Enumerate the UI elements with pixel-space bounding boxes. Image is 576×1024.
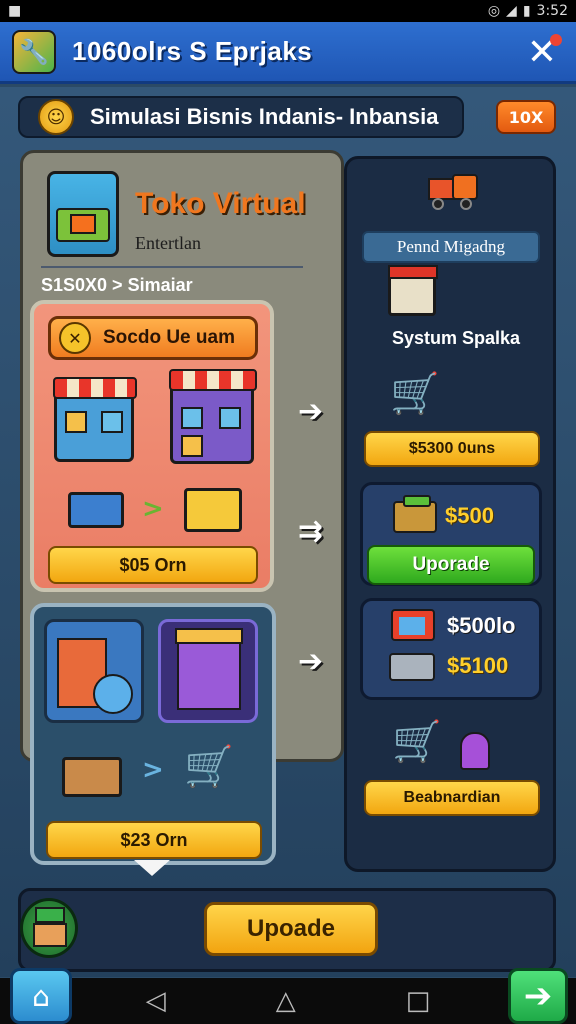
app-title: 1060olrs S Eprjaks [72, 36, 313, 66]
register-icon [389, 653, 435, 681]
home-button[interactable]: ⌂ [10, 968, 72, 1024]
card-title: ✕ Socdo Ue uam [48, 316, 258, 360]
upgrade-button[interactable]: Uporade [367, 545, 535, 585]
next-button[interactable]: ➔ [508, 968, 568, 1024]
small-store-icon [53, 377, 137, 462]
card-a-price-button[interactable]: $05 Orn [48, 546, 258, 584]
tooltip-caret [134, 860, 170, 876]
price-button-1[interactable]: $5300 0uns [364, 431, 540, 467]
shop-header: Toko Virtual Entertlan [35, 161, 335, 261]
simulation-banner: ☺ Simulasi Bisnis Indanis- Inbansia [18, 96, 464, 138]
card-1-amount: $500 [445, 503, 494, 528]
house-icon: ⌂ [32, 979, 50, 1013]
treasure-chest-icon[interactable] [20, 898, 78, 958]
recent-apps-icon[interactable]: □ [406, 986, 431, 1016]
shopping-cart-icon: 🛒 [184, 744, 234, 790]
large-store-icon [169, 369, 257, 464]
shopping-cart-icon: 🛒 [392, 719, 442, 765]
arrow-right-icon: ➔ [523, 976, 553, 1016]
arrow-right-icon: ➔ [298, 394, 324, 429]
system-nav-bar: ◁ △ □ [0, 978, 576, 1024]
store-icon [388, 265, 438, 316]
shop-cart-icon [47, 171, 119, 257]
divider [41, 266, 303, 268]
card-title-label: Socdo Ue uam [103, 327, 235, 348]
blue-crate-icon [68, 492, 124, 528]
upgrade-card-store[interactable]: ✕ Socdo Ue uam > $05 Orn [30, 300, 274, 592]
upgrade-button-main[interactable]: Upoade [204, 902, 378, 956]
shop-subtitle: Entertlan [135, 233, 201, 253]
yellow-crate-icon [184, 488, 242, 532]
shopping-cart-icon: 🛒 [390, 371, 440, 417]
double-arrow-icon: ⇉ [298, 514, 324, 549]
gift-box-icon [391, 609, 435, 641]
wifi-icon: ◢ [506, 3, 517, 19]
battery-icon: ▮ [522, 3, 531, 19]
arrow-right-icon: ➔ [298, 644, 324, 679]
shop-title: Toko Virtual [135, 187, 306, 220]
level-badge[interactable]: 10X [496, 100, 556, 134]
upgrade-card-1: $500 Uporade [360, 482, 542, 586]
arrow-right-icon: > [142, 494, 164, 524]
upgrade-card-2: $500lo $5100 [360, 598, 542, 700]
alarm-icon: ◎ [487, 3, 501, 19]
banner-text: Simulasi Bisnis Indanis- Inbansia [90, 104, 439, 129]
home-icon[interactable]: △ [276, 986, 296, 1016]
status-bar: ■ ◎ ◢ ▮ 3:52 [0, 0, 576, 22]
cash-stack-icon [393, 495, 437, 533]
close-button[interactable]: ✕ [522, 32, 562, 73]
chevron-right-icon: > [142, 755, 164, 785]
panel-header: Pennd Migadng [362, 231, 540, 263]
title-bar: 🔧 1060olrs S Eprjaks ✕ [0, 22, 576, 84]
upgrade-card-cart[interactable]: > 🛒 $23 Orn [30, 603, 276, 865]
vending-tile-icon [158, 619, 258, 723]
store-label: Systum Spalka [392, 328, 521, 348]
card-2-amount-1: $500lo [447, 613, 516, 638]
coin-icon: ☺ [38, 99, 74, 135]
status-time: 3:52 [536, 3, 568, 19]
card-b-price-button[interactable]: $23 Orn [46, 821, 262, 859]
cardboard-box-icon [62, 757, 122, 797]
delivery-truck-icon [426, 168, 480, 210]
status-icons: ◎ ◢ ▮ 3:52 [488, 3, 568, 19]
wrench-app-icon[interactable]: 🔧 [12, 29, 56, 74]
footer-button[interactable]: Beabnardian [364, 780, 540, 816]
tools-icon: ✕ [59, 322, 91, 354]
notification-dot [550, 34, 562, 46]
shop-tile-icon [44, 619, 144, 723]
cupcake-icon [460, 732, 490, 770]
notification-icon: ■ [8, 3, 22, 19]
card-2-amount-2: $5100 [447, 653, 509, 678]
breadcrumb[interactable]: S1S0X0 > Simaiar [41, 275, 193, 296]
back-icon[interactable]: ◁ [146, 986, 166, 1016]
